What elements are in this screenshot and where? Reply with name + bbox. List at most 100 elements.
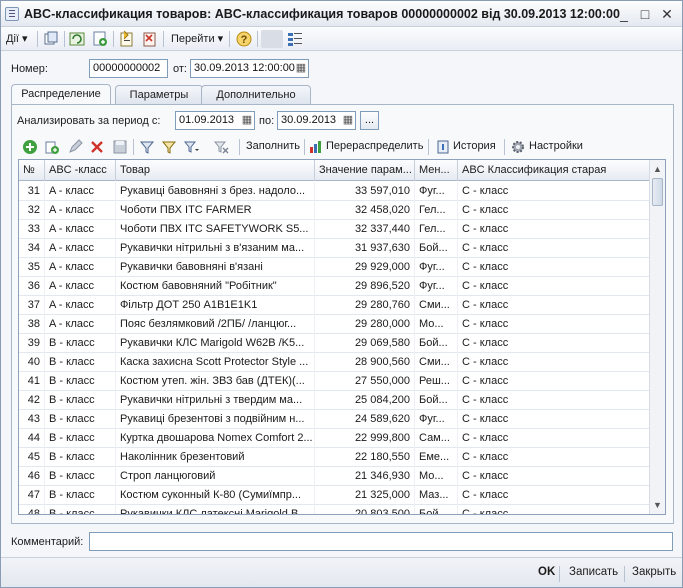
tab-additional[interactable]: Дополнительно xyxy=(201,85,311,104)
cell-abc-class[interactable]: A - класс xyxy=(45,277,116,296)
cell-item[interactable]: Каска захисна Scott Protector Style ... xyxy=(116,353,315,372)
cell-manager[interactable]: Маз... xyxy=(415,486,458,505)
cell-manager[interactable]: Реш... xyxy=(415,372,458,391)
cell-value[interactable]: 29 929,000 xyxy=(315,258,415,277)
cell-abc-class[interactable]: B - класс xyxy=(45,410,116,429)
cell-no[interactable]: 34 xyxy=(19,239,45,258)
cell-no[interactable]: 37 xyxy=(19,296,45,315)
cell-item[interactable]: Наколінник брезентовий xyxy=(116,448,315,467)
column-header-value[interactable]: Значение парам... xyxy=(315,160,415,181)
table-row[interactable]: 48 B - класс Рукавички КЛС латексні Marigo… xyxy=(19,505,650,514)
cell-item[interactable]: Пояс безлямковий /2ПБ/ /ланцюг... xyxy=(116,315,315,334)
save-row-icon[interactable] xyxy=(112,139,128,155)
cell-abc-class[interactable]: A - класс xyxy=(45,201,116,220)
filter-value-icon[interactable] xyxy=(161,139,177,155)
cell-item[interactable]: Фільтр ДОТ 250 A1B1E1K1 xyxy=(116,296,315,315)
cell-value[interactable]: 31 937,630 xyxy=(315,239,415,258)
cell-manager[interactable]: Фуг... xyxy=(415,182,458,201)
delete-icon[interactable] xyxy=(89,139,105,155)
cell-value[interactable]: 27 550,000 xyxy=(315,372,415,391)
close-button[interactable]: ✕ xyxy=(658,5,676,23)
cell-old-class[interactable]: C - класс xyxy=(458,486,650,505)
cell-abc-class[interactable]: B - класс xyxy=(45,429,116,448)
number-field[interactable]: 00000000002 xyxy=(89,59,168,78)
ok-button[interactable]: OK xyxy=(538,566,555,578)
calendar-icon[interactable]: ▦ xyxy=(341,112,355,129)
table-row[interactable]: 38 A - класс Пояс безлямковий /2ПБ/ /ланцю… xyxy=(19,315,650,334)
cell-old-class[interactable]: C - класс xyxy=(458,239,650,258)
cell-no[interactable]: 32 xyxy=(19,201,45,220)
minimize-button[interactable]: _ xyxy=(615,5,633,23)
cell-value[interactable]: 29 280,000 xyxy=(315,315,415,334)
cell-manager[interactable]: Фуг... xyxy=(415,277,458,296)
cell-value[interactable]: 33 597,010 xyxy=(315,182,415,201)
cell-item[interactable]: Чоботи ПВХ ITC FARMER xyxy=(116,201,315,220)
cell-old-class[interactable]: C - класс xyxy=(458,429,650,448)
cell-item[interactable]: Рукавички КЛС Marigold W62B /K5... xyxy=(116,334,315,353)
cell-manager[interactable]: Гел... xyxy=(415,220,458,239)
cell-abc-class[interactable]: B - класс xyxy=(45,334,116,353)
cell-abc-class[interactable]: A - класс xyxy=(45,220,116,239)
cell-value[interactable]: 22 999,800 xyxy=(315,429,415,448)
cell-item[interactable]: Строп ланцюговий xyxy=(116,467,315,486)
cell-no[interactable]: 48 xyxy=(19,505,45,514)
history-button[interactable]: История xyxy=(453,140,496,152)
post-icon[interactable] xyxy=(118,30,136,48)
blank-button[interactable] xyxy=(261,30,283,48)
cell-value[interactable]: 24 589,620 xyxy=(315,410,415,429)
cell-item[interactable]: Костюм суконный К-80 (Сумиїмпр... xyxy=(116,486,315,505)
cell-value[interactable]: 21 325,000 xyxy=(315,486,415,505)
cell-old-class[interactable]: C - класс xyxy=(458,410,650,429)
table-row[interactable]: 31 A - класс Рукавиці бавовняні з брез. на… xyxy=(19,182,650,201)
period-select-button[interactable]: ... xyxy=(360,111,379,130)
table-row[interactable]: 47 B - класс Костюм суконный К-80 (Сумиїмп… xyxy=(19,486,650,505)
cell-manager[interactable]: Сми... xyxy=(415,296,458,315)
add-row-icon[interactable] xyxy=(22,139,38,155)
cell-manager[interactable]: Сми... xyxy=(415,353,458,372)
cell-old-class[interactable]: C - класс xyxy=(458,258,650,277)
cell-value[interactable]: 22 180,550 xyxy=(315,448,415,467)
cell-no[interactable]: 43 xyxy=(19,410,45,429)
settings-button[interactable]: Настройки xyxy=(529,140,583,152)
table-row[interactable]: 39 B - класс Рукавички КЛС Marigold W62B /… xyxy=(19,334,650,353)
cell-no[interactable]: 33 xyxy=(19,220,45,239)
filter-menu-icon[interactable] xyxy=(183,139,199,155)
cell-abc-class[interactable]: A - класс xyxy=(45,239,116,258)
goto-menu[interactable]: Перейти ▾ xyxy=(171,29,223,49)
cell-old-class[interactable]: C - класс xyxy=(458,334,650,353)
cell-old-class[interactable]: C - класс xyxy=(458,391,650,410)
cell-old-class[interactable]: C - класс xyxy=(458,315,650,334)
cell-value[interactable]: 25 084,200 xyxy=(315,391,415,410)
scroll-thumb[interactable] xyxy=(652,178,663,206)
cell-old-class[interactable]: C - класс xyxy=(458,201,650,220)
cell-abc-class[interactable]: B - класс xyxy=(45,505,116,514)
cell-no[interactable]: 44 xyxy=(19,429,45,448)
cell-old-class[interactable]: C - класс xyxy=(458,448,650,467)
cell-manager[interactable]: Бой... xyxy=(415,391,458,410)
help-icon[interactable]: ? xyxy=(235,30,253,48)
cell-no[interactable]: 41 xyxy=(19,372,45,391)
cell-manager[interactable]: Бой... xyxy=(415,239,458,258)
cell-no[interactable]: 38 xyxy=(19,315,45,334)
copy-icon[interactable] xyxy=(42,30,60,48)
cell-value[interactable]: 32 337,440 xyxy=(315,220,415,239)
comment-field[interactable] xyxy=(89,532,673,551)
structure-icon[interactable] xyxy=(286,30,304,48)
cell-old-class[interactable]: C - класс xyxy=(458,220,650,239)
clear-filter-icon[interactable] xyxy=(213,139,229,155)
calendar-icon[interactable]: ▦ xyxy=(294,60,308,77)
cell-old-class[interactable]: C - класс xyxy=(458,277,650,296)
cell-old-class[interactable]: C - класс xyxy=(458,372,650,391)
table-row[interactable]: 43 B - класс Рукавиці брезентові з подвійн… xyxy=(19,410,650,429)
filter-icon[interactable] xyxy=(139,139,155,155)
column-header-manager[interactable]: Мен... xyxy=(415,160,458,181)
actions-menu[interactable]: Дії ▾ xyxy=(6,29,28,49)
cell-old-class[interactable]: C - класс xyxy=(458,467,650,486)
refresh-icon[interactable] xyxy=(68,30,86,48)
date-field[interactable]: 30.09.2013 12:00:00 xyxy=(190,59,309,78)
cell-value[interactable]: 32 458,020 xyxy=(315,201,415,220)
cell-abc-class[interactable]: B - класс xyxy=(45,372,116,391)
cell-no[interactable]: 46 xyxy=(19,467,45,486)
cell-abc-class[interactable]: A - класс xyxy=(45,258,116,277)
cell-item[interactable]: Чоботи ПВХ ITC SAFETYWORK S5... xyxy=(116,220,315,239)
